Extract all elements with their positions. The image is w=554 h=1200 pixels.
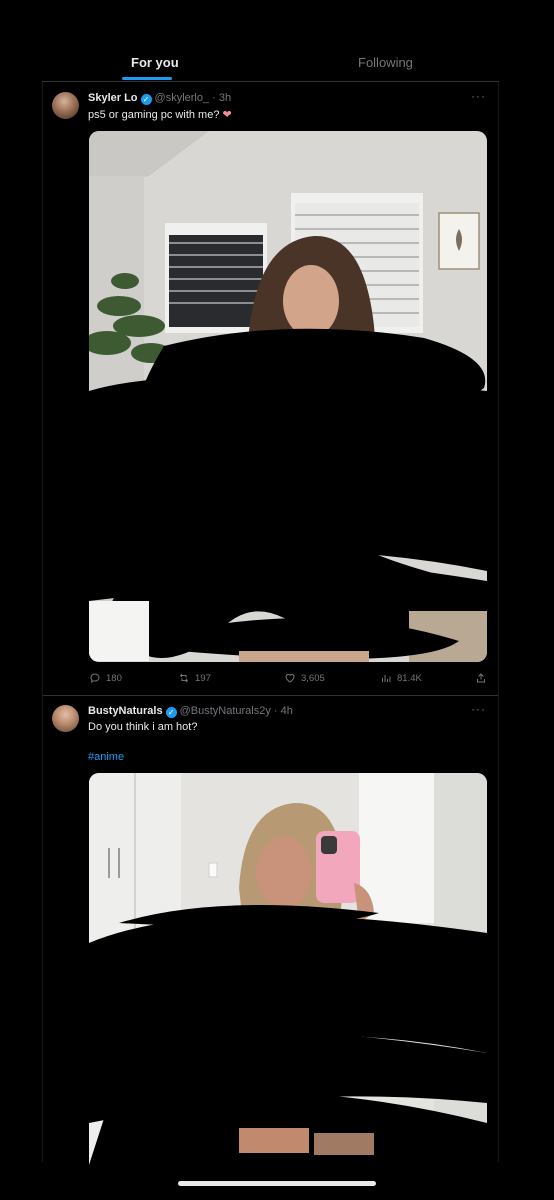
verified-icon: ✓ — [140, 94, 152, 105]
share-icon — [477, 673, 485, 683]
home-indicator — [178, 1181, 376, 1186]
like-icon — [285, 673, 295, 683]
media-image — [89, 131, 487, 662]
author-handle[interactable]: @skylerlo_ — [155, 92, 210, 104]
avatar[interactable] — [52, 92, 79, 119]
tweet[interactable]: BustyNaturals ✓ @BustyNaturals2y · 4h ··· … — [43, 702, 498, 1165]
like-count: 3,605 — [301, 672, 325, 684]
active-tab-indicator — [122, 77, 172, 80]
media-image — [89, 773, 487, 1165]
heart-emoji: ❤ — [222, 109, 232, 121]
timestamp[interactable]: 3h — [219, 92, 231, 104]
share-button[interactable] — [475, 672, 487, 684]
tweet-actions: 180 197 3,605 81.4K — [89, 672, 487, 686]
retweet-count: 197 — [195, 672, 211, 684]
retweet-icon — [180, 673, 188, 683]
retweet-button[interactable]: 197 — [178, 672, 211, 684]
separator: · — [273, 705, 278, 717]
author-handle[interactable]: @BustyNaturals2y — [180, 705, 271, 717]
more-icon[interactable]: ··· — [471, 702, 486, 716]
tab-following[interactable]: Following — [358, 55, 413, 70]
hashtag-link[interactable]: #anime — [88, 751, 124, 763]
views-icon — [382, 675, 391, 682]
separator: · — [212, 92, 216, 104]
tweet-header: Skyler Lo ✓ @skylerlo_ · 3h — [88, 92, 231, 105]
tweet-header: BustyNaturals ✓ @BustyNaturals2y · 4h — [88, 705, 293, 718]
timeline-tabs: For you Following — [0, 44, 554, 82]
reply-count: 180 — [106, 672, 122, 684]
tweet-text-content: ps5 or gaming pc with me? — [88, 109, 220, 121]
timestamp[interactable]: 4h — [281, 705, 293, 717]
views-count: 81.4K — [397, 672, 422, 684]
tweet-divider — [43, 695, 498, 696]
tweet-media[interactable] — [89, 131, 487, 662]
reply-icon — [90, 673, 100, 684]
avatar[interactable] — [52, 705, 79, 732]
like-button[interactable]: 3,605 — [284, 672, 325, 684]
reply-button[interactable]: 180 — [89, 672, 122, 684]
tweet-media[interactable] — [89, 773, 487, 1165]
more-icon[interactable]: ··· — [471, 89, 486, 103]
author-name[interactable]: Skyler Lo — [88, 92, 138, 104]
tabs-divider — [42, 81, 499, 82]
tweet-text: Do you think i am hot? — [88, 721, 198, 733]
tweet-text: ps5 or gaming pc with me? ❤ — [88, 108, 232, 121]
tab-for-you[interactable]: For you — [131, 55, 179, 70]
author-name[interactable]: BustyNaturals — [88, 705, 163, 717]
tweet[interactable]: Skyler Lo ✓ @skylerlo_ · 3h ··· ps5 or gam… — [43, 89, 498, 692]
column-border-right — [498, 82, 499, 1162]
verified-icon: ✓ — [165, 707, 177, 718]
views-button[interactable]: 81.4K — [380, 672, 422, 684]
